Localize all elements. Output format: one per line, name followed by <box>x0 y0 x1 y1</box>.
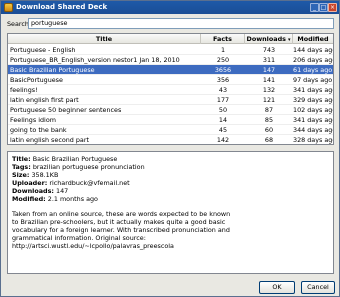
cell-modified: 341 days ago <box>293 86 333 94</box>
cell-modified: 102 days ago <box>293 106 333 114</box>
cell-facts: 45 <box>218 126 228 134</box>
deck-table: Title Facts Downloads ▾ Modified Portugue… <box>7 33 334 145</box>
cell-facts: 14 <box>218 116 228 124</box>
cell-downloads: 311 <box>262 56 276 64</box>
cell-title: Basic Brazilian Portuguese <box>10 66 95 74</box>
detail-modified: Modified: 2.1 months ago <box>12 194 98 203</box>
table-row[interactable]: feelings! 43 132 341 days ago <box>8 85 333 95</box>
column-header-facts[interactable]: Facts <box>201 34 245 44</box>
table-row[interactable]: going to the bank 45 60 344 days ago <box>8 125 333 135</box>
cell-title: BasicPortuguese <box>10 76 63 84</box>
cell-facts: 3656 <box>214 66 232 74</box>
close-icon[interactable]: × <box>328 3 337 12</box>
search-input[interactable]: portuguese <box>28 18 334 29</box>
cell-title: Portuguese_BR_English_version nestor1 Ja… <box>10 56 180 64</box>
table-row[interactable]: Portuguese - English 1 743 144 days ago <box>8 45 333 55</box>
app-icon <box>4 3 13 12</box>
table-row[interactable]: Portuguese 50 beginner sentences 50 87 102 … <box>8 105 333 115</box>
cell-downloads: 132 <box>262 86 276 94</box>
cell-downloads: 87 <box>264 106 274 114</box>
cell-downloads: 743 <box>262 46 276 54</box>
cell-modified: 61 days ago <box>293 66 333 74</box>
table-row[interactable]: Basic Brazilian Portuguese 3656 147 61 days… <box>8 65 333 75</box>
table-row[interactable]: latin english first part 177 121 329 days a… <box>8 95 333 105</box>
column-header-downloads[interactable]: Downloads ▾ <box>245 34 293 44</box>
cell-downloads: 121 <box>262 96 276 104</box>
column-header-title[interactable]: Title <box>8 34 201 44</box>
cell-facts: 50 <box>218 106 228 114</box>
window-title: Download Shared Deck <box>16 3 108 11</box>
table-row[interactable]: Portuguese_BR_English_version nestor1 Ja… <box>8 55 333 65</box>
deck-description: Taken from an online source, these are w… <box>12 210 231 251</box>
cell-title: going to the bank <box>10 126 67 134</box>
cell-modified: 144 days ago <box>293 46 333 54</box>
column-header-downloads-label: Downloads <box>246 35 286 43</box>
cancel-button[interactable]: Cancel <box>301 281 335 294</box>
deck-details-panel: Title: Basic Brazilian Portuguese Tags: … <box>7 151 334 274</box>
cell-modified: 206 days ago <box>293 56 333 64</box>
cell-title: feelings! <box>10 86 38 94</box>
cell-title: Portuguese - English <box>10 46 76 54</box>
column-header-modified[interactable]: Modified <box>293 34 333 44</box>
cell-facts: 1 <box>220 46 226 54</box>
cell-facts: 356 <box>216 76 230 84</box>
ok-button[interactable]: OK <box>259 281 295 294</box>
cell-downloads: 141 <box>262 76 276 84</box>
cell-modified: 97 days ago <box>293 76 333 84</box>
cell-downloads: 85 <box>264 116 274 124</box>
table-row[interactable]: BasicPortuguese 356 141 97 days ago <box>8 75 333 85</box>
table-row[interactable]: Feelings idiom 14 85 341 days ago <box>8 115 333 125</box>
cell-modified: 328 days ago <box>293 136 333 144</box>
cell-facts: 43 <box>218 86 228 94</box>
cell-modified: 341 days ago <box>293 116 333 124</box>
cell-modified: 329 days ago <box>293 96 333 104</box>
cell-downloads: 60 <box>264 126 274 134</box>
cell-title: latin english first part <box>10 96 79 104</box>
cell-title: Feelings idiom <box>10 116 56 124</box>
table-row[interactable]: latin english second part 142 68 328 days a… <box>8 135 333 144</box>
cell-downloads: 147 <box>262 66 276 74</box>
splitter-handle[interactable] <box>7 147 334 150</box>
cell-facts: 177 <box>216 96 230 104</box>
maximize-icon[interactable]: □ <box>319 3 328 12</box>
sort-descending-icon: ▾ <box>287 37 291 43</box>
cell-facts: 250 <box>216 56 230 64</box>
minimize-icon[interactable]: _ <box>310 3 319 12</box>
cell-title: latin english second part <box>10 136 89 144</box>
cell-modified: 344 days ago <box>293 126 333 134</box>
cell-facts: 142 <box>216 136 230 144</box>
download-shared-deck-window: Download Shared Deck _ □ × Search: portu… <box>0 0 340 297</box>
detail-tags: Tags: brazilian portuguese pronunciation <box>12 162 145 171</box>
cell-downloads: 68 <box>264 136 274 144</box>
cell-title: Portuguese 50 beginner sentences <box>10 106 122 114</box>
title-bar[interactable]: Download Shared Deck _ □ × <box>1 1 339 14</box>
table-header: Title Facts Downloads ▾ Modified <box>8 34 333 44</box>
